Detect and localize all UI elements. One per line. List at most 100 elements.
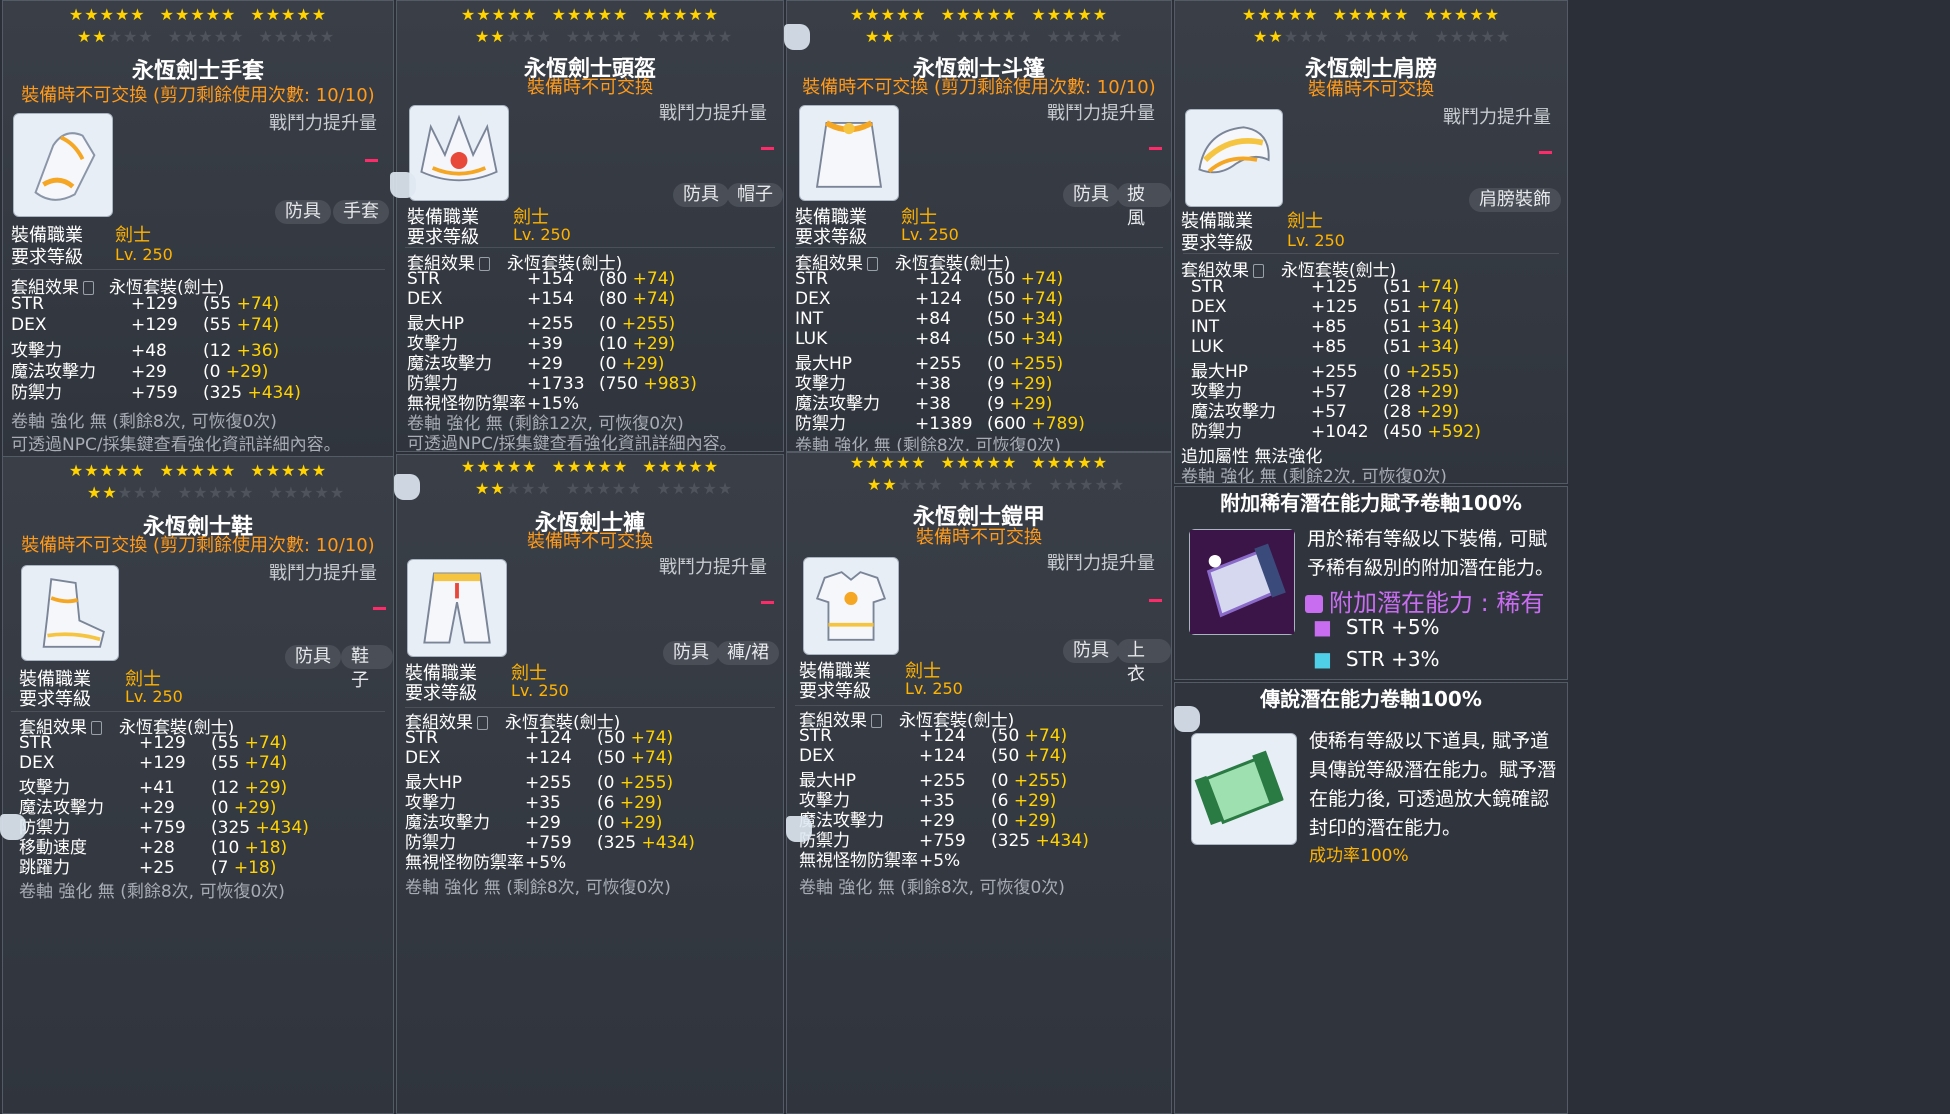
item-icon [799,105,899,201]
item-icon [409,105,509,201]
stat-row: STR +129 (55 +74) [19,733,288,753]
tag-slot: 披風 [1117,183,1171,229]
tag-slot: 上衣 [1117,639,1171,685]
req-level-label: 要求等級 [405,683,477,704]
divider [795,247,1163,248]
star-force-stars: ★★★★★ ★★★★★ ★★★★★ [1241,5,1501,24]
req-job-value: 劍士 [115,225,151,246]
stat-row: STR +154 (80 +74) [407,269,676,289]
star-force-stars: ★★★★★ ★★★★★ ★★★★★ [460,457,720,476]
gauntlet-icon [34,132,96,201]
scroll-upgrade-info: 卷軸 強化 無 (剩餘8次, 可恢復0次) [799,878,1065,898]
stat-row: DEX +124 (50 +74) [405,748,674,768]
tag-armor: 防具 [285,645,341,669]
combat-power-label: 戰鬥力提升量 [659,103,767,124]
req-level-label: 要求等級 [1181,233,1253,254]
scroll-name: 傳說潛在能力卷軸100% [1260,687,1482,711]
power-change-indicator [1149,599,1162,602]
star-force-stars: ★★★★★ ★★★★★ ★★★★★ [475,479,734,498]
combat-power-label: 戰鬥力提升量 [269,563,377,584]
stat-row: STR +124 (50 +74) [799,726,1068,746]
lock-icon [83,281,94,295]
stat-row: STR +129 (55 +74) [11,294,280,314]
stat-row: 無視怪物防禦率+5% [405,853,567,873]
combat-power-label: 戰鬥力提升量 [1047,553,1155,574]
star-force-stars: ★★★★★ ★★★★★ ★★★★★ [849,453,1109,472]
trade-restriction: 裝備時不可交換 [916,527,1042,548]
stat-row: STR +124 (50 +74) [795,269,1064,289]
power-change-indicator [1149,147,1162,150]
scroll-description: 用於稀有等級以下裝備, 可賦予稀有級別的附加潛在能力。 [1307,528,1555,579]
trade-restriction: 裝備時不可交換 (剪刀剩餘使用次數: 10/10) [802,77,1156,98]
req-level-label: 要求等級 [795,227,867,248]
crown-helmet-icon [420,114,498,182]
tag-slot: 肩膀裝飾 [1469,188,1561,212]
item-tooltip-pants: ★★★★★ ★★★★★ ★★★★★ ★★★★★ ★★★★★ ★★★★★ 永恆劍士褲 裝備… [396,454,784,1114]
req-level-label: 要求等級 [19,689,91,710]
combat-power-label: 戰鬥力提升量 [1047,103,1155,124]
item-tooltip-armor: ★★★★★ ★★★★★ ★★★★★ ★★★★★ ★★★★★ ★★★★★ 永恆劍士鎧甲 裝… [786,452,1172,1114]
stat-row: DEX +129 (55 +74) [11,315,280,335]
req-level-label: 要求等級 [799,681,871,702]
stat-row: DEX +124 (50 +74) [795,289,1064,309]
lock-icon [1253,264,1264,278]
star-force-stars: ★★★★★ ★★★★★ ★★★★★ [460,5,720,24]
cape-icon [815,120,883,188]
tag-armor: 防具 [1063,183,1119,207]
req-level-value: Lv. 250 [901,225,959,244]
trade-restriction: 裝備時不可交換 [1308,79,1434,100]
star-force-stars: ★★★★★ ★★★★★ ★★★★★ [87,483,346,502]
item-tooltip-gloves: ★★★★★ ★★★★★ ★★★★★ ★★★★★ ★★★★★ ★★★★★ 永恆劍士手套 裝… [2,0,394,460]
stat-row: 無視怪物防禦率+5% [799,851,961,871]
item-tooltip-shoulder: ★★★★★ ★★★★★ ★★★★★ ★★★★★ ★★★★★ ★★★★★ 永恆劍士肩膀 裝… [1174,0,1568,484]
scroll-upgrade-info: 卷軸 強化 無 (剩餘8次, 可恢復0次) [405,878,671,898]
mouse-cursor-icon [786,816,812,842]
star-force-stars: ★★★★★ ★★★★★ ★★★★★ [475,27,734,46]
boot-icon [42,578,105,648]
stat-row: LUK +85 (51 +34) [1191,337,1460,357]
tag-armor: 防具 [663,641,719,665]
item-icon [1189,529,1295,635]
stat-row: 防禦力 +1042 (450 +592) [1191,422,1481,442]
tag-slot: 手套 [333,200,389,224]
stat-row: DEX +124 (50 +74) [799,746,1068,766]
req-level-value: Lv. 250 [115,245,173,264]
stat-row: DEX +154 (80 +74) [407,289,676,309]
divider [11,269,385,270]
power-change-indicator [761,601,774,604]
star-force-stars: ★★★★★ ★★★★★ ★★★★★ [68,461,328,480]
potential-grade-icon [1305,595,1323,613]
potential-line: ■ STR +3% [1313,647,1440,671]
star-force-stars: ★★★★★ ★★★★★ ★★★★★ [1253,27,1512,46]
star-force-stars: ★★★★★ ★★★★★ ★★★★★ [867,475,1126,494]
stat-row: INT +85 (51 +34) [1191,317,1460,337]
mouse-cursor-icon [784,24,810,50]
tag-slot: 帽子 [727,183,783,207]
item-icon [1185,109,1283,207]
stat-row: STR +125 (51 +74) [1191,277,1460,297]
power-change-indicator [373,607,386,610]
tag-slot: 褲/裙 [717,641,780,665]
star-force-stars: ★★★★★ ★★★★★ ★★★★★ [68,5,328,24]
scroll-tooltip-legendary-potential: 傳說潛在能力卷軸100% 使稀有等級以下道具, 賦予道具傳說等級潛在能力。賦予潛… [1174,682,1568,1114]
item-tooltip-helmet: ★★★★★ ★★★★★ ★★★★★ ★★★★★ ★★★★★ ★★★★★ 永恆劍士頭盔 裝… [396,0,784,452]
trade-restriction: 裝備時不可交換 [527,531,653,552]
req-job-value: 劍士 [1287,211,1323,232]
tag-armor: 防具 [275,200,331,224]
mouse-cursor-icon [390,172,416,198]
req-level-label: 要求等級 [11,247,83,268]
scroll-upgrade-info: 卷軸 強化 無 (剩餘8次, 可恢復0次) [19,882,285,902]
power-change-indicator [1539,151,1552,154]
combat-power-label: 戰鬥力提升量 [269,113,377,134]
item-icon [13,113,113,217]
stat-row: LUK +84 (50 +34) [795,329,1064,349]
scroll-name: 附加稀有潛在能力賦予卷軸100% [1220,491,1522,515]
scroll-icon [1194,750,1284,826]
trade-restriction: 裝備時不可交換 (剪刀剩餘使用次數: 10/10) [21,535,375,556]
mouse-cursor-icon [394,474,420,500]
scroll-upgrade-info: 卷軸 強化 無 (剩餘8次, 可恢復0次) [795,436,1061,452]
power-change-indicator [761,147,774,150]
req-level-label: 要求等級 [407,227,479,248]
stat-row: 跳躍力 +25 (7 +18) [19,858,277,878]
tag-armor: 防具 [1063,639,1119,663]
